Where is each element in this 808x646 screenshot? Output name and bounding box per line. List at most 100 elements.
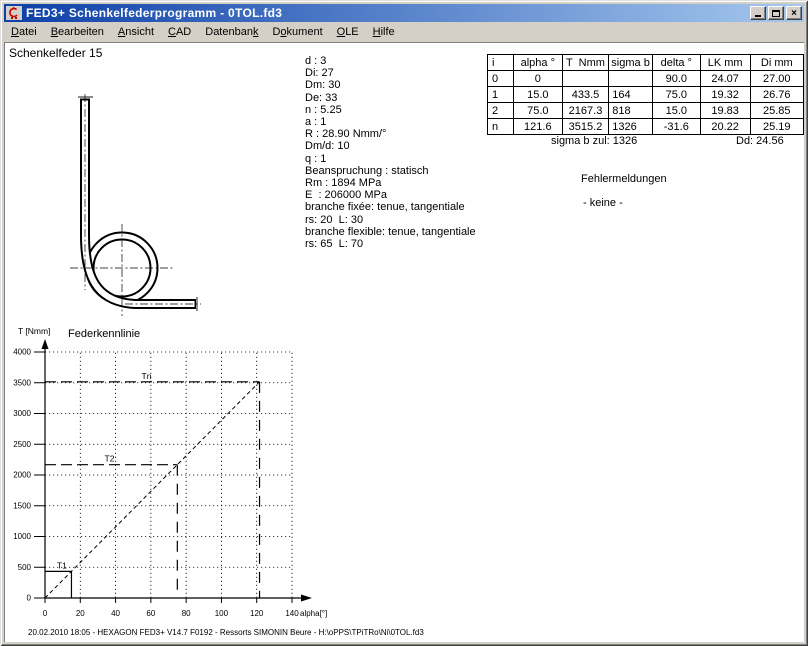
parameter-line: rs: 65 L: 70 — [305, 238, 476, 250]
table-cell: 19.32 — [700, 87, 750, 103]
close-button[interactable]: × — [786, 6, 802, 20]
table-cell: 75.0 — [513, 103, 562, 119]
parameter-line: rs: 20 L: 30 — [305, 214, 476, 226]
menu-bearbeiten[interactable]: Bearbeiten — [44, 24, 111, 40]
x-tick-label: 120 — [250, 609, 264, 618]
table-cell: 3515.2 — [562, 119, 608, 135]
x-tick-label: 100 — [215, 609, 229, 618]
x-tick-label: 0 — [43, 609, 48, 618]
table-cell: 90.0 — [652, 71, 700, 87]
table-cell: 818 — [609, 103, 653, 119]
client-area: Schenkelfeder 15 d : 3Di: 27Dm: 30De: 33… — [4, 42, 804, 642]
parameter-line: E : 206000 MPa — [305, 189, 476, 201]
app-window: FED3+ Schenkelfederprogramm - 0TOL.fd3 ×… — [0, 0, 808, 646]
marker-label-Tn: Tn — [142, 371, 152, 381]
error-messages-title: Fehlermeldungen — [581, 173, 667, 185]
y-tick-label: 2500 — [13, 440, 31, 449]
close-icon: × — [791, 9, 797, 18]
table-cell: 19.83 — [700, 103, 750, 119]
parameter-line: R : 28.90 Nmm/° — [305, 128, 476, 140]
menu-datenbank[interactable]: Datenbank — [198, 24, 265, 40]
unused — [85, 101, 195, 305]
table-cell — [609, 71, 653, 87]
chart-title: Federkennlinie — [68, 328, 140, 340]
table-row: 275.02167.381815.019.8325.85 — [488, 103, 804, 119]
table-cell: 20.22 — [700, 119, 750, 135]
y-axis-arrow — [42, 339, 49, 349]
x-axis-label: alpha[°] — [300, 609, 327, 618]
parameter-line: n : 5.25 — [305, 104, 476, 116]
table-cell: 1326 — [609, 119, 653, 135]
table-header-cell: alpha ° — [513, 55, 562, 71]
parameter-line: Dm/d: 10 — [305, 140, 476, 152]
table-cell: 433.5 — [562, 87, 608, 103]
maximize-button[interactable] — [768, 6, 784, 20]
y-tick-label: 2000 — [13, 471, 31, 480]
parameter-line: Di: 27 — [305, 67, 476, 79]
table-row: 0090.024.0727.00 — [488, 71, 804, 87]
y-tick-label: 4000 — [13, 348, 31, 357]
table-header-cell: delta ° — [652, 55, 700, 71]
error-messages-body: - keine - — [583, 197, 623, 209]
table-cell: 2167.3 — [562, 103, 608, 119]
table-cell: 1 — [488, 87, 514, 103]
table-cell: 26.76 — [750, 87, 803, 103]
x-tick-label: 80 — [182, 609, 191, 618]
parameter-line: d : 3 — [305, 55, 476, 67]
chart-svg: T1T2Tn0500100015002000250030003500400002… — [10, 320, 332, 628]
menu-datei[interactable]: Datei — [4, 24, 44, 40]
table-cell: 75.0 — [652, 87, 700, 103]
y-axis-label: T [Nmm] — [18, 326, 50, 336]
parameter-line: Beanspruchung : statisch — [305, 165, 476, 177]
table-cell: -31.6 — [652, 119, 700, 135]
y-tick-label: 1500 — [13, 501, 31, 510]
table-cell: 0 — [513, 71, 562, 87]
table-header-cell: Di mm — [750, 55, 803, 71]
window-title: FED3+ Schenkelfederprogramm - 0TOL.fd3 — [26, 6, 282, 20]
status-text: 20.02.2010 18:05 - HEXAGON FED3+ V14.7 F… — [28, 628, 424, 637]
page-title: Schenkelfeder 15 — [9, 46, 102, 60]
x-tick-label: 40 — [111, 609, 120, 618]
window-controls: × — [748, 6, 802, 20]
menu-bar: DateiBearbeitenAnsichtCADDatenbankDokume… — [4, 23, 804, 41]
parameter-line: a : 1 — [305, 116, 476, 128]
title-bar[interactable]: FED3+ Schenkelfederprogramm - 0TOL.fd3 × — [4, 4, 804, 22]
series-line — [45, 382, 260, 598]
spring-legs-hollow — [85, 101, 195, 305]
table-cell: 2 — [488, 103, 514, 119]
results-table: ialpha °T Nmmsigma bdelta °LK mmDi mm00 9… — [487, 54, 804, 135]
menu-dokument[interactable]: Dokument — [265, 24, 329, 40]
menu-ansicht[interactable]: Ansicht — [111, 24, 161, 40]
parameter-line: branche fixée: tenue, tangentiale — [305, 201, 476, 213]
parameter-line: branche flexible: tenue, tangentiale — [305, 226, 476, 238]
maximize-icon — [772, 10, 780, 17]
table-cell: 0 — [488, 71, 514, 87]
minimize-button[interactable] — [750, 6, 766, 20]
y-tick-label: 1000 — [13, 532, 31, 541]
table-header-cell: sigma b — [609, 55, 653, 71]
menu-cad[interactable]: CAD — [161, 24, 198, 40]
table-cell: 25.85 — [750, 103, 803, 119]
table-header-row: ialpha °T Nmmsigma bdelta °LK mmDi mm — [488, 55, 804, 71]
x-tick-label: 140 — [285, 609, 299, 618]
table-row: 115.0433.516475.019.3226.76 — [488, 87, 804, 103]
table-cell: 121.6 — [513, 119, 562, 135]
spring-drawing — [60, 90, 216, 320]
parameter-line: q : 1 — [305, 153, 476, 165]
menu-ole[interactable]: OLE — [330, 24, 366, 40]
menu-hilfe[interactable]: Hilfe — [366, 24, 402, 40]
x-tick-label: 60 — [146, 609, 155, 618]
minimize-icon — [755, 15, 761, 17]
table-cell: 164 — [609, 87, 653, 103]
table-cell: 25.19 — [750, 119, 803, 135]
app-icon — [6, 6, 22, 20]
marker-label-T1: T1 — [57, 560, 67, 570]
y-tick-label: 3000 — [13, 409, 31, 418]
y-tick-label: 3500 — [13, 378, 31, 387]
y-tick-label: 500 — [18, 563, 32, 572]
table-header-cell: T Nmm — [562, 55, 608, 71]
parameter-list: d : 3Di: 27Dm: 30De: 33n : 5.25a : 1R : … — [305, 55, 476, 250]
parameter-line: Dm: 30 — [305, 79, 476, 91]
x-tick-label: 20 — [76, 609, 85, 618]
parameter-line: De: 33 — [305, 92, 476, 104]
